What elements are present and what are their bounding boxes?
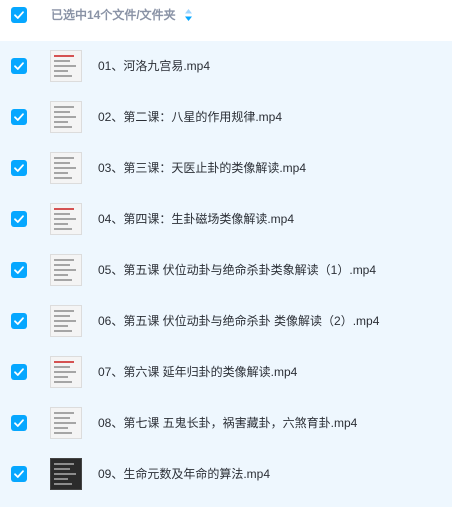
thumbnail-line <box>54 381 72 383</box>
thumbnail-line <box>54 371 76 373</box>
file-name: 04、第四课：生卦磁场类像解读.mp4 <box>98 212 295 226</box>
video-thumbnail <box>50 152 82 184</box>
thumbnail-line <box>54 417 70 419</box>
file-row[interactable]: 03、第三课：天医止卦的类像解读.mp4 <box>0 143 452 194</box>
thumbnail-line <box>54 483 72 485</box>
thumbnail-line <box>54 213 70 215</box>
thumbnail-line <box>54 65 76 67</box>
thumbnail-line <box>54 463 74 465</box>
file-name: 07、第六课 延年归卦的类像解读.mp4 <box>98 365 298 379</box>
file-checkbox[interactable] <box>11 415 27 431</box>
file-name: 08、第七课 五鬼长卦，祸害藏卦，六煞育卦.mp4 <box>98 416 358 430</box>
thumbnail-line <box>54 320 76 322</box>
thumbnail-line <box>54 269 76 271</box>
checkmark-icon <box>14 266 24 274</box>
checkmark-icon <box>14 11 24 19</box>
file-list: 01、河洛九宫易.mp4 02、第二课：八星的作用规律.mp4 03、第三课：天… <box>0 41 452 507</box>
thumbnail-line <box>54 264 70 266</box>
checkmark-icon <box>14 317 24 325</box>
checkmark-icon <box>14 470 24 478</box>
thumbnail-line <box>54 468 70 470</box>
thumbnail-line <box>54 70 68 72</box>
thumbnail-line <box>54 330 72 332</box>
thumbnail-line <box>54 55 74 57</box>
checkmark-icon <box>14 62 24 70</box>
thumbnail-line <box>54 432 72 434</box>
thumbnail-line <box>54 218 76 220</box>
thumbnail-line <box>54 228 72 230</box>
file-name: 02、第二课：八星的作用规律.mp4 <box>98 110 283 124</box>
thumbnail-line <box>54 111 70 113</box>
video-thumbnail <box>50 305 82 337</box>
file-name: 06、第五课 伏位动卦与绝命杀卦 类像解读（2）.mp4 <box>98 314 380 328</box>
selection-count-label: 已选中14个文件/文件夹 <box>51 8 176 22</box>
thumbnail-line <box>54 473 76 475</box>
file-checkbox[interactable] <box>11 364 27 380</box>
file-name: 05、第五课 伏位动卦与绝命杀卦类象解读（1）.mp4 <box>98 263 377 277</box>
thumbnail-line <box>54 116 76 118</box>
thumbnail-line <box>54 279 72 281</box>
thumbnail-line <box>54 157 74 159</box>
checkmark-icon <box>14 368 24 376</box>
thumbnail-line <box>54 223 68 225</box>
checkmark-icon <box>14 215 24 223</box>
thumbnail-line <box>54 259 74 261</box>
file-checkbox[interactable] <box>11 262 27 278</box>
thumbnail-line <box>54 208 74 210</box>
video-thumbnail <box>50 458 82 490</box>
file-checkbox[interactable] <box>11 109 27 125</box>
sort-icon[interactable] <box>184 8 193 22</box>
selection-header: 已选中14个文件/文件夹 <box>0 0 452 34</box>
file-checkbox[interactable] <box>11 313 27 329</box>
file-checkbox[interactable] <box>11 211 27 227</box>
thumbnail-line <box>54 172 68 174</box>
thumbnail-line <box>54 478 68 480</box>
thumbnail-line <box>54 427 68 429</box>
video-thumbnail <box>50 356 82 388</box>
file-row[interactable]: 06、第五课 伏位动卦与绝命杀卦 类像解读（2）.mp4 <box>0 296 452 347</box>
file-name: 09、生命元数及年命的算法.mp4 <box>98 467 271 481</box>
thumbnail-line <box>54 106 74 108</box>
thumbnail-line <box>54 315 70 317</box>
checkmark-icon <box>14 113 24 121</box>
file-row[interactable]: 07、第六课 延年归卦的类像解读.mp4 <box>0 347 452 398</box>
file-name: 01、河洛九宫易.mp4 <box>98 59 211 73</box>
file-selection-panel: 已选中14个文件/文件夹 01、河洛九宫易.mp4 02、第二课：八星的作用规律… <box>0 0 452 507</box>
checkmark-icon <box>14 419 24 427</box>
thumbnail-line <box>54 126 72 128</box>
file-row[interactable]: 09、生命元数及年命的算法.mp4 <box>0 449 452 500</box>
video-thumbnail <box>50 203 82 235</box>
file-checkbox[interactable] <box>11 466 27 482</box>
checkmark-icon <box>14 164 24 172</box>
thumbnail-line <box>54 167 76 169</box>
thumbnail-line <box>54 60 70 62</box>
thumbnail-line <box>54 121 68 123</box>
thumbnail-line <box>54 376 68 378</box>
thumbnail-line <box>54 274 68 276</box>
file-row[interactable]: 05、第五课 伏位动卦与绝命杀卦类象解读（1）.mp4 <box>0 245 452 296</box>
file-row[interactable]: 04、第四课：生卦磁场类像解读.mp4 <box>0 194 452 245</box>
select-all-checkbox[interactable] <box>11 7 27 23</box>
video-thumbnail <box>50 254 82 286</box>
file-checkbox[interactable] <box>11 160 27 176</box>
thumbnail-line <box>54 325 68 327</box>
file-name: 03、第三课：天医止卦的类像解读.mp4 <box>98 161 307 175</box>
thumbnail-line <box>54 75 72 77</box>
thumbnail-line <box>54 162 70 164</box>
file-row[interactable]: 08、第七课 五鬼长卦，祸害藏卦，六煞育卦.mp4 <box>0 398 452 449</box>
thumbnail-line <box>54 177 72 179</box>
thumbnail-line <box>54 422 76 424</box>
file-row[interactable]: 01、河洛九宫易.mp4 <box>0 41 452 92</box>
video-thumbnail <box>50 407 82 439</box>
file-row[interactable]: 02、第二课：八星的作用规律.mp4 <box>0 92 452 143</box>
thumbnail-line <box>54 361 74 363</box>
thumbnail-line <box>54 310 74 312</box>
thumbnail-line <box>54 366 70 368</box>
thumbnail-line <box>54 412 74 414</box>
video-thumbnail <box>50 50 82 82</box>
file-checkbox[interactable] <box>11 58 27 74</box>
video-thumbnail <box>50 101 82 133</box>
